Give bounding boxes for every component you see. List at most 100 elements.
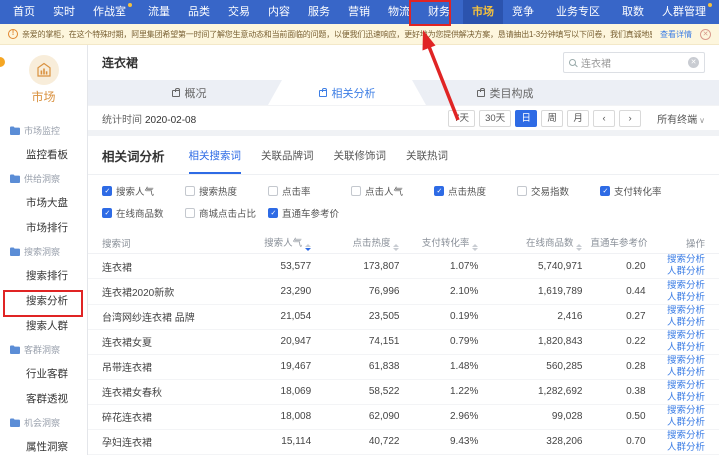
col-ppc-reference[interactable]: 直通车参考价 xyxy=(586,235,649,251)
nav-item-realtime[interactable]: 实时 xyxy=(44,0,84,24)
search-analysis-link[interactable]: 搜索分析 xyxy=(654,405,705,417)
prev-date-button[interactable]: ‹ xyxy=(593,110,615,127)
pay-conversion-cell: 1.48% xyxy=(403,361,482,372)
filter-search-heat[interactable]: 搜索热度 xyxy=(185,184,268,198)
nav-item-home[interactable]: 首页 xyxy=(4,0,44,24)
nav-item-trade[interactable]: 交易 xyxy=(219,0,259,24)
nav-item-service[interactable]: 服务 xyxy=(299,0,339,24)
filter-click-popularity[interactable]: 点击人气 xyxy=(351,184,434,198)
range-day-button[interactable]: 日 xyxy=(515,110,537,127)
nav-item-traffic[interactable]: 流量 xyxy=(139,0,179,24)
table-row[interactable]: 连衣裙女春秋 18,069 58,522 1.22% 1,282,692 0.3… xyxy=(88,380,719,405)
nav-item-content[interactable]: 内容 xyxy=(259,0,299,24)
sort-icon[interactable] xyxy=(576,244,582,251)
crowd-analysis-link[interactable]: 人群分析 xyxy=(654,442,705,454)
range-30d-button[interactable]: 30天 xyxy=(479,110,511,127)
sort-icon[interactable] xyxy=(472,244,478,251)
col-pay-conversion[interactable]: 支付转化率 xyxy=(403,235,482,251)
table-row[interactable]: 吊带连衣裙 19,467 61,838 1.48% 560,285 0.28 搜… xyxy=(88,355,719,380)
sidebar-item-market-overview[interactable]: 市场大盘 xyxy=(0,190,87,215)
sidebar-group-crowd-insight[interactable]: 客群洞察 xyxy=(0,338,87,361)
filter-trade-index[interactable]: 交易指数 xyxy=(517,184,600,198)
sidebar-group-search-insight[interactable]: 搜索洞察 xyxy=(0,240,87,263)
nav-item-market[interactable]: 市场 xyxy=(463,0,503,24)
search-analysis-link[interactable]: 搜索分析 xyxy=(654,430,705,442)
nav-item-warroom[interactable]: 作战室 xyxy=(84,0,135,24)
filter-click-heat[interactable]: 点击热度 xyxy=(434,184,517,198)
filter-search-popularity[interactable]: 搜索人气 xyxy=(102,184,185,198)
sidebar-item-attribute-insight[interactable]: 属性洞察 xyxy=(0,434,87,455)
clear-icon[interactable]: ✕ xyxy=(688,57,699,68)
crowd-analysis-link[interactable]: 人群分析 xyxy=(654,266,705,278)
pay-conversion-cell: 2.10% xyxy=(403,286,482,297)
nav-item-logistics[interactable]: 物流 xyxy=(379,0,419,24)
crowd-analysis-link[interactable]: 人群分析 xyxy=(654,317,705,329)
table-row[interactable]: 台湾网纱连衣裙 品牌 21,054 23,505 0.19% 2,416 0.2… xyxy=(88,305,719,330)
search-analysis-link[interactable]: 搜索分析 xyxy=(654,280,705,292)
filter-online-items[interactable]: 在线商品数 xyxy=(102,206,185,220)
col-online-items[interactable]: 在线商品数 xyxy=(482,235,586,251)
crowd-analysis-link[interactable]: 人群分析 xyxy=(654,292,705,304)
range-week-button[interactable]: 周 xyxy=(541,110,563,127)
search-analysis-link[interactable]: 搜索分析 xyxy=(654,380,705,392)
nav-item-finance[interactable]: 财务 xyxy=(419,0,459,24)
sidebar-item-search-analysis[interactable]: 搜索分析 xyxy=(0,288,87,313)
crowd-analysis-link[interactable]: 人群分析 xyxy=(654,417,705,429)
search-analysis-link[interactable]: 搜索分析 xyxy=(654,355,705,367)
subtab-brand-words[interactable]: 关联品牌词 xyxy=(261,148,314,174)
search-input[interactable] xyxy=(581,57,688,68)
filter-click-rate[interactable]: 点击率 xyxy=(268,184,351,198)
view-details-link[interactable]: 查看详情 xyxy=(660,29,692,40)
table-row[interactable]: 孕妇连衣裙 15,114 40,722 9.43% 328,206 0.70 搜… xyxy=(88,430,719,455)
sort-icon-active[interactable] xyxy=(305,244,311,251)
tab-category-composition[interactable]: 类目构成 xyxy=(426,80,584,105)
terminal-dropdown[interactable]: 所有终端∨ xyxy=(657,111,705,126)
subtab-related-search-words[interactable]: 相关搜索词 xyxy=(189,148,242,174)
nav-item-marketing[interactable]: 营销 xyxy=(339,0,379,24)
search-analysis-link[interactable]: 搜索分析 xyxy=(654,305,705,317)
nav-item-academy[interactable]: 学院 xyxy=(715,0,719,24)
filter-pay-conversion[interactable]: 支付转化率 xyxy=(600,184,683,198)
table-row[interactable]: 连衣裙2020新款 23,290 76,996 2.10% 1,619,789 … xyxy=(88,279,719,304)
sidebar-group-supply-insight[interactable]: 供给洞察 xyxy=(0,167,87,190)
table-row[interactable]: 连衣裙 53,577 173,807 1.07% 5,740,971 0.20 … xyxy=(88,254,719,279)
keyword-search-box[interactable]: ✕ xyxy=(563,52,705,73)
search-analysis-link[interactable]: 搜索分析 xyxy=(654,254,705,266)
sort-icon[interactable] xyxy=(393,244,399,251)
search-popularity-cell: 19,467 xyxy=(227,361,315,372)
search-analysis-link[interactable]: 搜索分析 xyxy=(654,330,705,342)
col-search-popularity[interactable]: 搜索人气 xyxy=(227,235,315,251)
table-row[interactable]: 连衣裙女夏 20,947 74,151 0.79% 1,820,843 0.22… xyxy=(88,330,719,355)
col-click-heat[interactable]: 点击热度 xyxy=(315,235,403,251)
nav-item-data-fetch[interactable]: 取数 xyxy=(613,0,653,24)
crowd-analysis-link[interactable]: 人群分析 xyxy=(654,392,705,404)
nav-item-competition[interactable]: 竞争 xyxy=(503,0,543,24)
ppc-cell: 0.20 xyxy=(586,261,649,272)
crowd-analysis-link[interactable]: 人群分析 xyxy=(654,342,705,354)
next-date-button[interactable]: › xyxy=(619,110,641,127)
subtab-modifier-words[interactable]: 关联修饰词 xyxy=(334,148,387,174)
tab-related-analysis[interactable]: 相关分析 xyxy=(268,80,426,105)
range-month-button[interactable]: 月 xyxy=(567,110,589,127)
nav-item-category[interactable]: 品类 xyxy=(179,0,219,24)
filter-ppc-reference[interactable]: 直通车参考价 xyxy=(268,206,351,220)
close-icon[interactable]: ✕ xyxy=(700,29,711,40)
sidebar-item-search-ranking[interactable]: 搜索排行 xyxy=(0,263,87,288)
sidebar-item-monitor-board[interactable]: 监控看板 xyxy=(0,142,87,167)
subtab-hot-words[interactable]: 关联热词 xyxy=(406,148,448,174)
sidebar-item-crowd-perspective[interactable]: 客群透视 xyxy=(0,386,87,411)
tab-overview[interactable]: 概况 xyxy=(110,80,268,105)
sidebar-group-market-monitor[interactable]: 市场监控 xyxy=(0,119,87,142)
sidebar-item-search-crowd[interactable]: 搜索人群 xyxy=(0,313,87,338)
range-7d-button[interactable]: 7天 xyxy=(448,110,475,127)
nav-item-crowd-management[interactable]: 人群管理 xyxy=(653,0,715,24)
section-title: 相关词分析 xyxy=(102,146,165,174)
table-row[interactable]: 碎花连衣裙 18,008 62,090 2.96% 99,028 0.50 搜索… xyxy=(88,405,719,430)
nav-item-business-zone[interactable]: 业务专区 xyxy=(547,0,609,24)
sidebar-item-industry-crowd[interactable]: 行业客群 xyxy=(0,361,87,386)
crowd-analysis-link[interactable]: 人群分析 xyxy=(654,367,705,379)
filter-mall-click-share[interactable]: 商城点击占比 xyxy=(185,206,268,220)
notification-dot xyxy=(708,3,712,7)
sidebar-item-market-ranking[interactable]: 市场排行 xyxy=(0,215,87,240)
sidebar-group-opportunity-insight[interactable]: 机会洞察 xyxy=(0,411,87,434)
